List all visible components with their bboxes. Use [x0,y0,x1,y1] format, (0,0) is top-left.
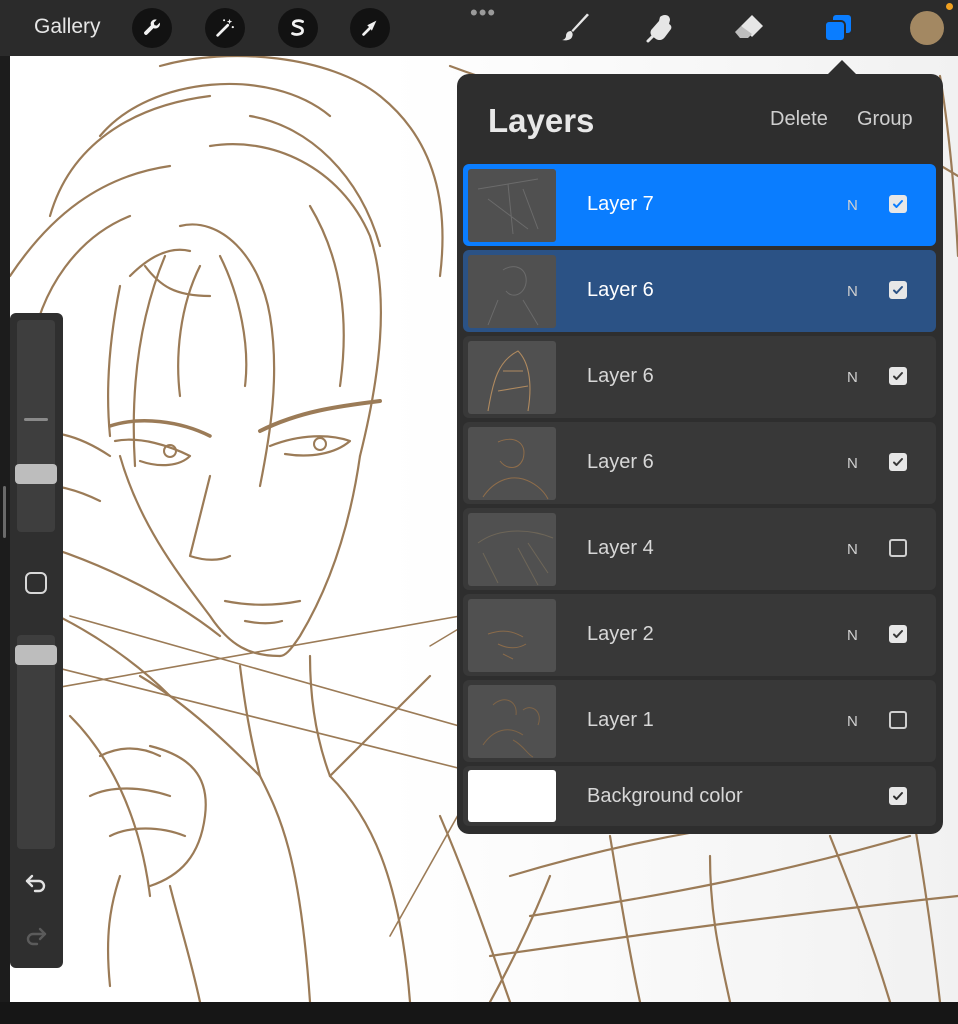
selection-button[interactable] [278,8,318,48]
status-dot [946,3,953,10]
layer-name: Background color [587,785,743,807]
layers-button[interactable] [821,10,857,46]
adjustments-button[interactable] [205,8,245,48]
actions-button[interactable] [132,8,172,48]
background-color-swatch[interactable] [468,770,556,822]
layer-thumbnail[interactable] [468,513,556,586]
checkmark-icon [893,372,903,380]
layer-thumbnail-sketch [477,530,554,586]
layer-thumbnail[interactable] [468,255,556,328]
visibility-checkbox[interactable] [889,281,907,299]
layer-thumbnail-sketch [487,350,531,412]
checkmark-icon [893,630,903,638]
layer-name: Layer 4 [587,537,654,559]
brush-size-thumb[interactable] [15,463,57,484]
layer-row[interactable]: Layer 6 N [463,422,936,504]
layer-thumbnail[interactable] [468,427,556,500]
layer-name: Layer 1 [587,709,654,731]
visibility-checkbox[interactable] [889,711,907,729]
selection-icon [291,19,304,36]
layer-row[interactable]: Layer 2 N [463,594,936,676]
wrench-icon [144,19,160,35]
panel-title: Layers [488,102,595,139]
modify-button[interactable] [21,568,51,598]
undo-icon [25,874,46,893]
group-button[interactable]: Group [857,108,913,131]
left-sidebar [10,313,63,968]
redo-button[interactable] [21,921,51,951]
blend-mode-button[interactable]: N [847,627,858,644]
blend-mode-button[interactable]: N [847,541,858,558]
visibility-checkbox[interactable] [889,539,907,557]
layer-row[interactable]: Layer 6 N [463,250,936,332]
checkmark-icon [893,286,903,294]
layer-row[interactable]: Layer 1 N [463,680,936,762]
layer-row[interactable]: Layer 7 N [463,164,936,246]
smudge-icon [646,15,672,43]
visibility-checkbox[interactable] [889,453,907,471]
transform-button[interactable] [350,8,390,48]
layer-thumbnail-sketch [487,630,527,660]
layer-thumbnail-sketch [482,699,540,758]
blend-mode-button[interactable]: N [847,455,858,472]
checkmark-icon [893,792,903,800]
visibility-checkbox[interactable] [889,625,907,643]
brush-tool[interactable] [558,10,594,46]
opacity-slider[interactable] [15,635,57,849]
layer-name: Layer 7 [587,193,654,215]
layer-thumbnail[interactable] [468,685,556,758]
checkmark-icon [893,200,903,208]
layer-name: Layer 6 [587,365,654,387]
top-toolbar: Gallery ••• [0,0,958,56]
redo-icon [26,927,47,946]
layer-name: Layer 6 [587,279,654,301]
more-options-handle[interactable]: ••• [470,0,496,26]
gallery-button[interactable]: Gallery [34,15,101,39]
layer-thumbnail-sketch [487,266,539,326]
modify-square-icon [25,572,47,594]
layers-panel: Layers Delete Group Layer 7 N Layer 6 N Laye… [457,74,943,834]
layer-name: Layer 6 [587,451,654,473]
blend-mode-button[interactable]: N [847,283,858,300]
layer-thumbnail-sketch [482,438,549,500]
layer-thumbnail[interactable] [468,599,556,672]
eraser-icon [735,15,763,38]
eraser-tool[interactable] [731,10,767,46]
layer-name: Layer 2 [587,623,654,645]
brush-size-slider[interactable] [15,320,57,532]
sidebar-edge-handle[interactable] [3,486,6,538]
visibility-checkbox[interactable] [889,367,907,385]
smudge-tool[interactable] [643,10,679,46]
bottom-strip [0,1002,958,1024]
layer-thumbnail[interactable] [468,341,556,414]
layers-icon [824,13,853,42]
magic-wand-icon [216,18,234,37]
brush-icon [562,13,589,41]
color-picker-button[interactable] [910,11,944,45]
layer-thumbnail[interactable] [468,169,556,242]
visibility-checkbox[interactable] [889,787,907,805]
layer-row[interactable]: Layer 4 N [463,508,936,590]
blend-mode-button[interactable]: N [847,197,858,214]
background-color-row[interactable]: Background color [463,766,936,826]
opacity-thumb[interactable] [15,644,57,665]
layer-row[interactable]: Layer 6 N [463,336,936,418]
transform-arrow-icon [362,20,377,36]
delete-button[interactable]: Delete [770,108,828,131]
layer-thumbnail-sketch [477,178,539,235]
checkmark-icon [893,458,903,466]
blend-mode-button[interactable]: N [847,369,858,386]
blend-mode-button[interactable]: N [847,713,858,730]
undo-button[interactable] [21,868,51,898]
slider-midpoint-marker [24,418,48,421]
visibility-checkbox[interactable] [889,195,907,213]
